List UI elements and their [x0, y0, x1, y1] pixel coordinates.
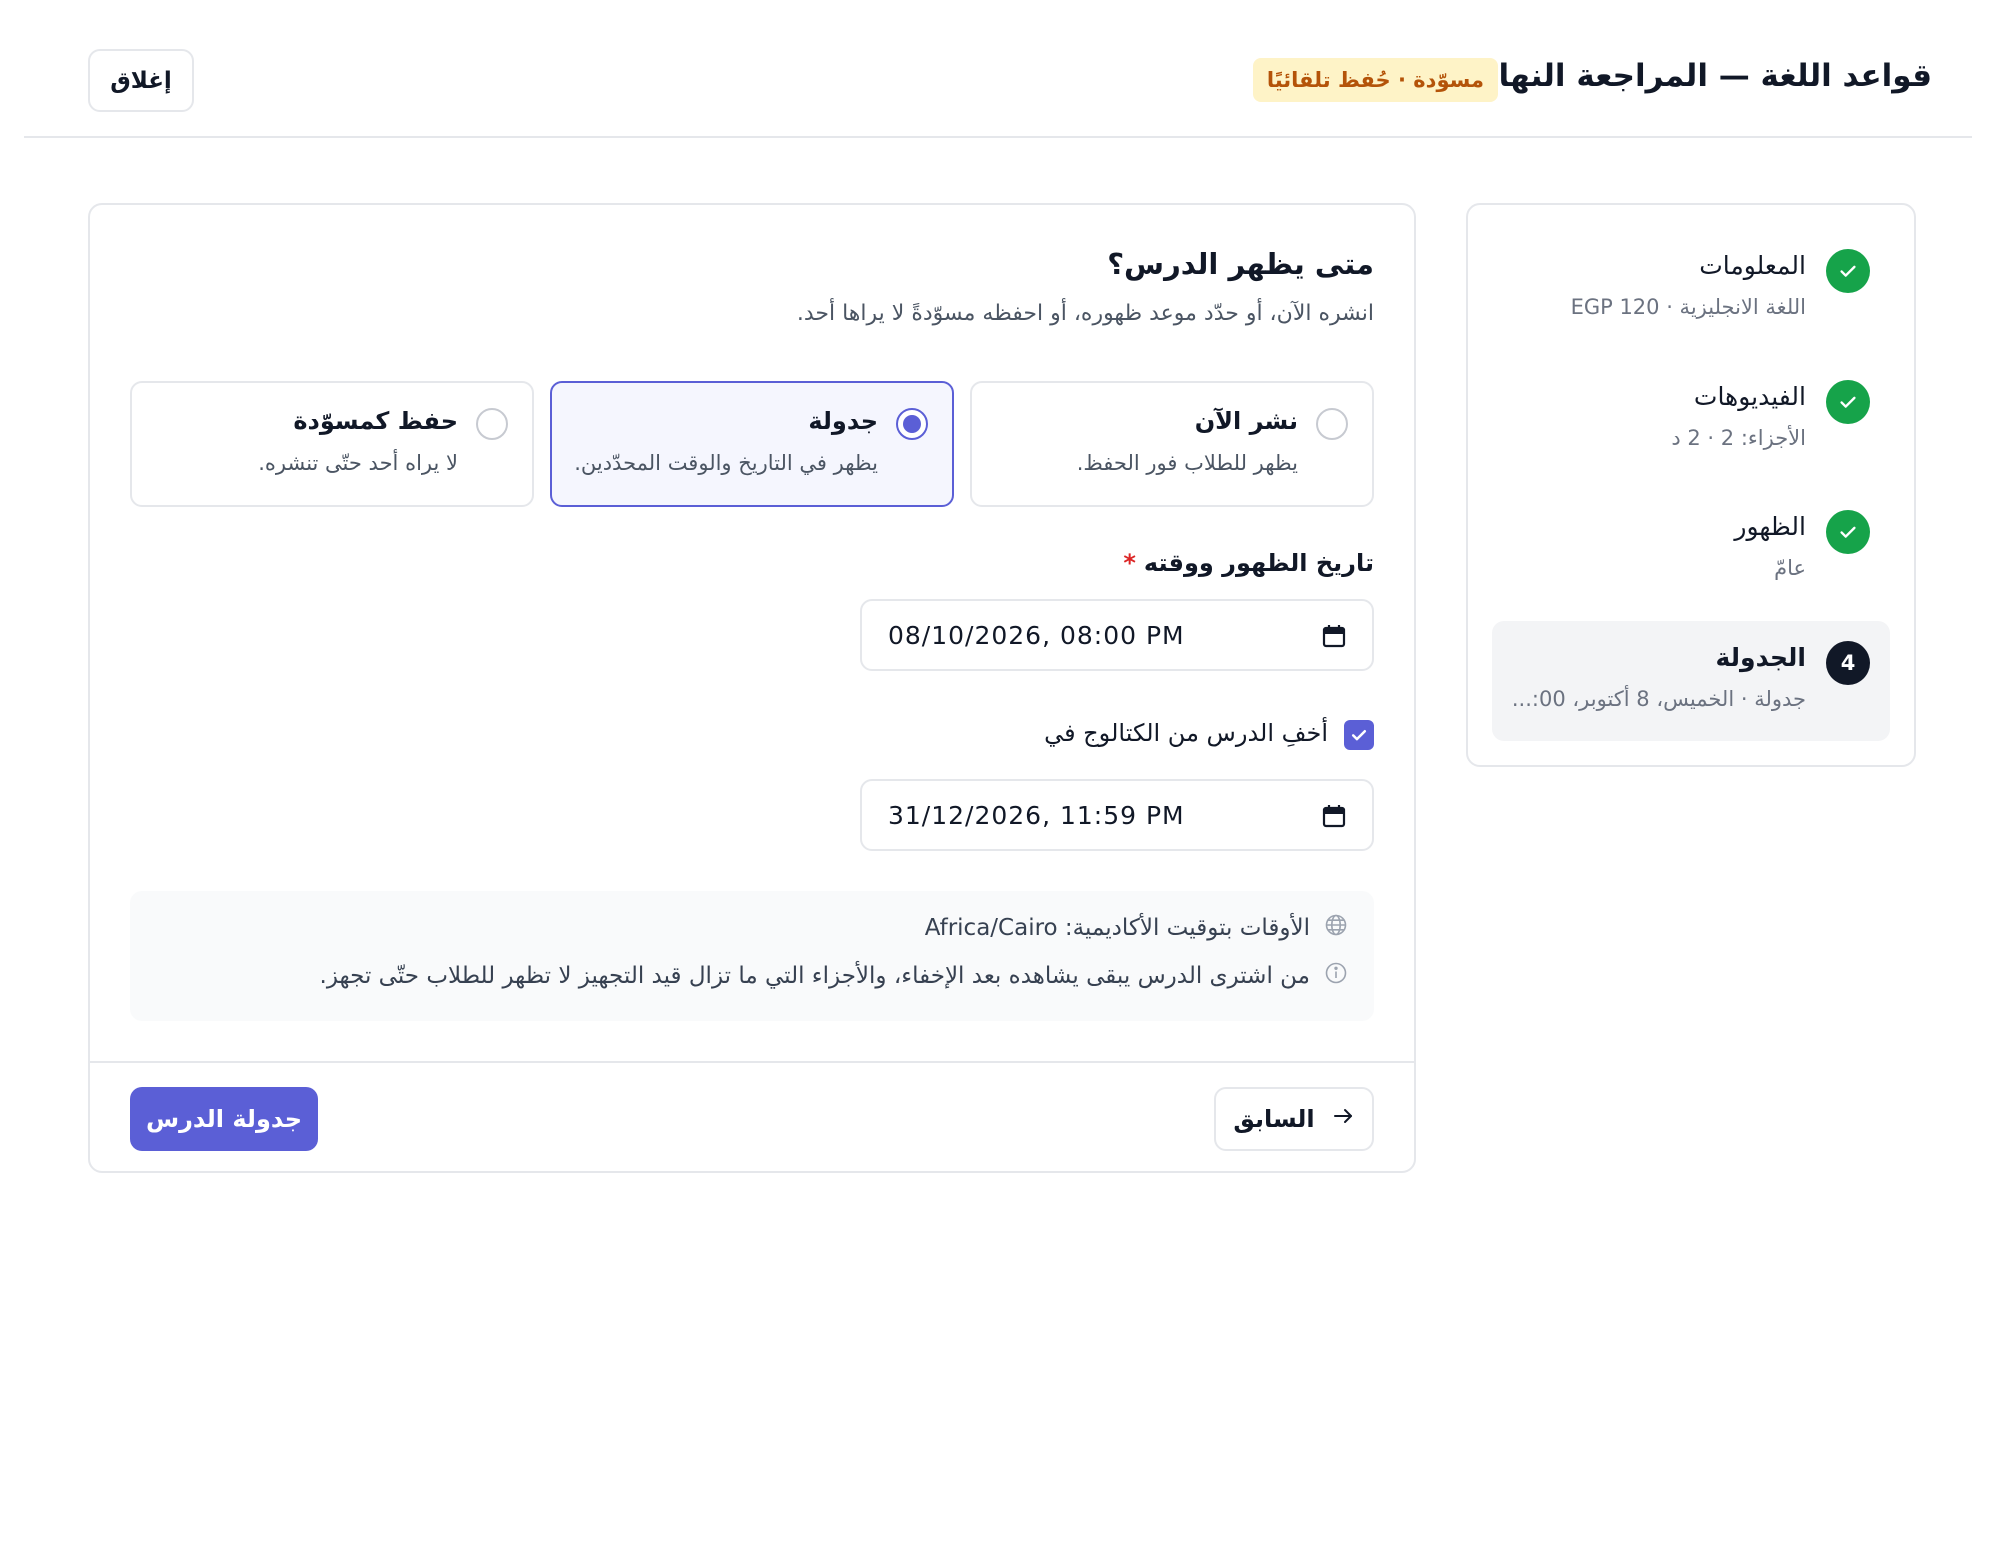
check-icon — [1826, 249, 1870, 293]
timezone-info-box: الأوقات بتوقيت الأكاديمية: Africa/Cairo … — [130, 891, 1374, 1021]
step-videos[interactable]: الفيديوهات الأجزاء: 2 · 2 د — [1492, 360, 1890, 480]
timezone-text: الأوقات بتوقيت الأكاديمية: Africa/Cairo — [924, 915, 1310, 941]
option-title: نشر الآن — [1194, 407, 1298, 435]
check-icon — [1826, 380, 1870, 424]
hide-datetime-input[interactable]: 31/12/2026, 11:59 PM — [860, 779, 1374, 851]
option-schedule[interactable]: جدولة يظهر في التاريخ والوقت المحدّدين. — [550, 381, 954, 507]
step-info[interactable]: المعلومات اللغة الانجليزية · EGP 120 — [1492, 229, 1890, 349]
publish-datetime-input[interactable]: 08/10/2026, 08:00 PM — [860, 599, 1374, 671]
calendar-icon[interactable] — [1322, 623, 1346, 649]
hide-from-catalog-checkbox[interactable] — [1344, 720, 1374, 750]
check-icon — [1826, 510, 1870, 554]
radio-button[interactable] — [1316, 408, 1348, 440]
calendar-icon[interactable] — [1322, 803, 1346, 829]
steps-sidebar: المعلومات اللغة الانجليزية · EGP 120 الف… — [1466, 203, 1916, 767]
note-text: من اشترى الدرس يبقى يشاهده بعد الإخفاء، … — [319, 963, 1310, 989]
step-subtitle: عامّ — [1774, 556, 1806, 580]
step-visibility[interactable]: الظهور عامّ — [1492, 490, 1890, 610]
top-bar: قواعد اللغة — المراجعة النهائية مسوّدة ·… — [24, 0, 1972, 138]
step-subtitle: الأجزاء: 2 · 2 د — [1671, 426, 1806, 450]
scheduling-card: متى يظهر الدرس؟ انشره الآن، أو حدّد موعد… — [88, 203, 1416, 1173]
option-save-draft[interactable]: حفظ كمسوّدة لا يراه أحد حتّى تنشره. — [130, 381, 534, 507]
publish-datetime-label: تاريخ الظهور ووقته* — [1123, 549, 1374, 577]
draft-status-badge: مسوّدة · حُفظ تلقائيًا — [1252, 58, 1498, 102]
option-title: حفظ كمسوّدة — [293, 407, 458, 435]
note-row: من اشترى الدرس يبقى يشاهده بعد الإخفاء، … — [320, 961, 1348, 991]
datetime-value: 31/12/2026, 11:59 PM — [888, 801, 1185, 830]
radio-button[interactable] — [896, 408, 928, 440]
step-title: الجدولة — [1715, 643, 1806, 672]
option-description: يظهر في التاريخ والوقت المحدّدين. — [574, 451, 878, 475]
step-title: المعلومات — [1699, 251, 1806, 280]
step-subtitle: جدولة · الخميس، 8 أكتوبر، 00:... — [1511, 687, 1806, 711]
section-description: انشره الآن، أو حدّد موعد ظهوره، أو احفظه… — [796, 301, 1374, 326]
step-number-badge: 4 — [1826, 641, 1870, 685]
timezone-row: الأوقات بتوقيت الأكاديمية: Africa/Cairo — [925, 913, 1348, 943]
option-description: لا يراه أحد حتّى تنشره. — [258, 451, 458, 475]
required-mark: * — [1123, 549, 1136, 577]
option-title: جدولة — [808, 407, 878, 435]
footer-divider — [90, 1061, 1414, 1063]
radio-button[interactable] — [476, 408, 508, 440]
hide-from-catalog-label[interactable]: أخفِ الدرس من الكتالوج في — [1044, 719, 1328, 747]
schedule-course-button[interactable]: جدولة الدرس — [130, 1087, 318, 1151]
step-subtitle: اللغة الانجليزية · EGP 120 — [1570, 295, 1806, 319]
section-title: متى يظهر الدرس؟ — [1107, 247, 1374, 281]
option-publish-now[interactable]: نشر الآن يظهر للطلاب فور الحفظ. — [970, 381, 1374, 507]
label-text: تاريخ الظهور ووقته — [1143, 549, 1374, 577]
globe-icon — [1324, 913, 1348, 943]
previous-label: السابق — [1233, 1105, 1315, 1133]
step-title: الفيديوهات — [1693, 382, 1806, 411]
arrow-right-icon — [1331, 1104, 1355, 1134]
step-title: الظهور — [1734, 512, 1806, 541]
previous-button[interactable]: السابق — [1214, 1087, 1374, 1151]
course-editor-page: قواعد اللغة — المراجعة النهائية مسوّدة ·… — [0, 0, 1996, 1568]
step-scheduling[interactable]: 4 الجدولة جدولة · الخميس، 8 أكتوبر، 00:.… — [1492, 621, 1890, 741]
info-icon — [1324, 961, 1348, 991]
page-title: قواعد اللغة — المراجعة النهائية — [1455, 58, 1932, 94]
datetime-value: 08/10/2026, 08:00 PM — [888, 621, 1185, 650]
close-button[interactable]: إغلاق — [88, 49, 194, 112]
option-description: يظهر للطلاب فور الحفظ. — [1076, 451, 1298, 475]
